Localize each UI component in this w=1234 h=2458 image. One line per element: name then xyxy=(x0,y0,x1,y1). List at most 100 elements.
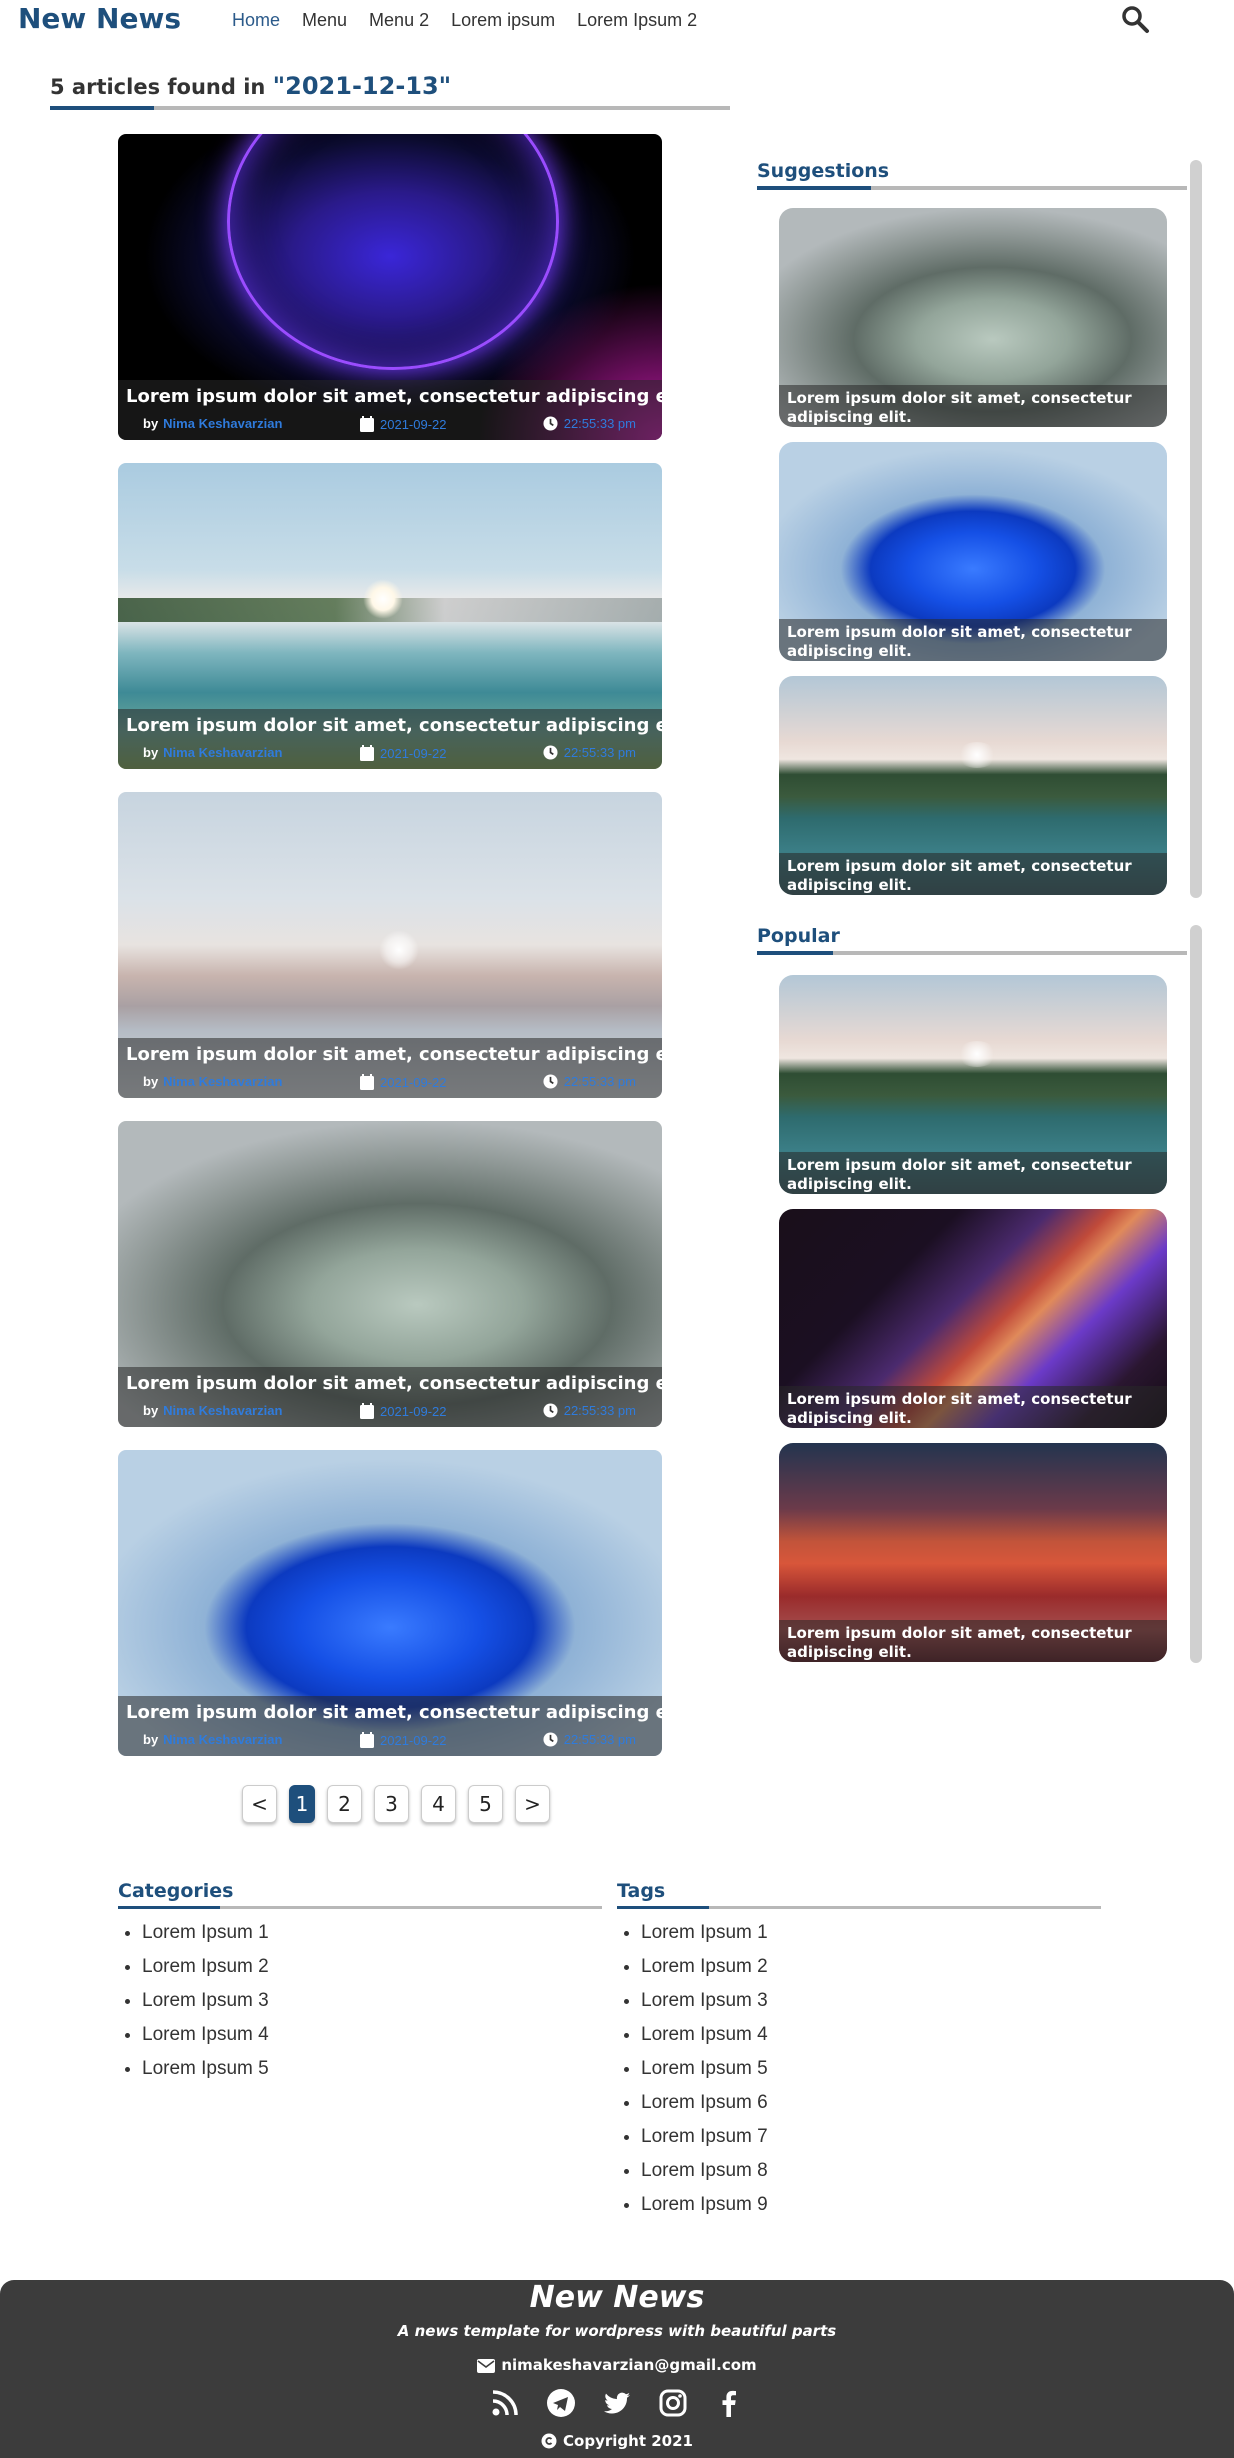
category-item[interactable]: Lorem Ipsum 5 xyxy=(142,2055,602,2089)
article-title[interactable]: Lorem ipsum dolor sit amet, consectetur … xyxy=(126,1044,662,1065)
suggestion-card[interactable]: Lorem ipsum dolor sit amet, consectetur … xyxy=(779,442,1167,661)
instagram-icon[interactable] xyxy=(658,2388,688,2418)
popular-title-text[interactable]: Lorem ipsum dolor sit amet, consectetur … xyxy=(787,1624,1159,1662)
suggestion-title[interactable]: Lorem ipsum dolor sit amet, consectetur … xyxy=(787,623,1159,661)
suggestions-title: Suggestions xyxy=(757,160,890,182)
popular-section: Popular Lorem ipsum dolor sit amet, cons… xyxy=(757,925,1187,1665)
pagination-prev[interactable]: < xyxy=(242,1785,277,1823)
popular-card[interactable]: Lorem ipsum dolor sit amet, consectetur … xyxy=(779,975,1167,1194)
suggestion-card[interactable]: Lorem ipsum dolor sit amet, consectetur … xyxy=(779,208,1167,427)
calendar-icon xyxy=(360,1732,374,1748)
article-time: 22:55:33 pm xyxy=(543,1732,636,1747)
article-caption: Lorem ipsum dolor sit amet, consectetur … xyxy=(118,709,662,769)
suggestion-card[interactable]: Lorem ipsum dolor sit amet, consectetur … xyxy=(779,676,1167,895)
article-card[interactable]: Lorem ipsum dolor sit amet, consectetur … xyxy=(118,134,662,440)
category-item[interactable]: Lorem Ipsum 2 xyxy=(142,1953,602,1987)
nav-lorem-ipsum-2[interactable]: Lorem Ipsum 2 xyxy=(577,10,697,31)
telegram-icon[interactable] xyxy=(546,2388,576,2418)
tag-item[interactable]: Lorem Ipsum 9 xyxy=(641,2191,1101,2225)
clock-icon xyxy=(543,416,558,431)
pagination-page-4[interactable]: 4 xyxy=(421,1785,456,1823)
tag-item[interactable]: Lorem Ipsum 3 xyxy=(641,1987,1101,2021)
nav-home[interactable]: Home xyxy=(232,10,280,31)
search-icon[interactable] xyxy=(1120,4,1150,34)
article-time: 22:55:33 pm xyxy=(543,1074,636,1089)
popular-scrollbar[interactable] xyxy=(1190,925,1202,1663)
article-time: 22:55:33 pm xyxy=(543,745,636,760)
tag-item[interactable]: Lorem Ipsum 4 xyxy=(641,2021,1101,2055)
copyright-icon xyxy=(541,2433,557,2449)
article-author[interactable]: Nima Keshavarzian xyxy=(163,1074,282,1089)
tag-item[interactable]: Lorem Ipsum 2 xyxy=(641,1953,1101,1987)
suggestion-caption: Lorem ipsum dolor sit amet, consectetur … xyxy=(779,853,1167,895)
article-byline: by Nima Keshavarzian xyxy=(143,745,283,760)
popular-list: Lorem ipsum dolor sit amet, consectetur … xyxy=(779,975,1167,1677)
article-author[interactable]: Nima Keshavarzian xyxy=(163,1403,282,1418)
article-card[interactable]: Lorem ipsum dolor sit amet, consectetur … xyxy=(118,1450,662,1756)
article-author[interactable]: Nima Keshavarzian xyxy=(163,416,282,431)
tag-item[interactable]: Lorem Ipsum 1 xyxy=(641,1919,1101,1953)
calendar-icon xyxy=(360,1403,374,1419)
article-card[interactable]: Lorem ipsum dolor sit amet, consectetur … xyxy=(118,1121,662,1427)
article-date: 2021-09-22 xyxy=(360,1074,447,1090)
article-date: 2021-09-22 xyxy=(360,1403,447,1419)
article-byline: by Nima Keshavarzian xyxy=(143,1403,283,1418)
clock-icon xyxy=(543,745,558,760)
article-date: 2021-09-22 xyxy=(360,416,447,432)
tags-rule xyxy=(617,1906,1101,1909)
pagination-page-5[interactable]: 5 xyxy=(468,1785,503,1823)
tag-item[interactable]: Lorem Ipsum 7 xyxy=(641,2123,1101,2157)
category-item[interactable]: Lorem Ipsum 3 xyxy=(142,1987,602,2021)
suggestion-title[interactable]: Lorem ipsum dolor sit amet, consectetur … xyxy=(787,389,1159,427)
tag-item[interactable]: Lorem Ipsum 6 xyxy=(641,2089,1101,2123)
category-item[interactable]: Lorem Ipsum 1 xyxy=(142,1919,602,1953)
article-caption: Lorem ipsum dolor sit amet, consectetur … xyxy=(118,1038,662,1098)
article-time: 22:55:33 pm xyxy=(543,416,636,431)
popular-card[interactable]: Lorem ipsum dolor sit amet, consectetur … xyxy=(779,1443,1167,1662)
tags-title: Tags xyxy=(617,1880,666,1902)
footer-email[interactable]: nimakeshavarzian@gmail.com xyxy=(0,2356,1234,2374)
rss-icon[interactable] xyxy=(490,2388,520,2418)
clock-icon xyxy=(543,1403,558,1418)
article-meta: by Nima Keshavarzian 2021-09-22 22:55:33 … xyxy=(118,1403,662,1421)
site-logo[interactable]: New News xyxy=(18,2,181,35)
article-byline: by Nima Keshavarzian xyxy=(143,1732,283,1747)
article-title[interactable]: Lorem ipsum dolor sit amet, consectetur … xyxy=(126,1373,662,1394)
article-byline: by Nima Keshavarzian xyxy=(143,1074,283,1089)
article-title[interactable]: Lorem ipsum dolor sit amet, consectetur … xyxy=(126,1702,662,1723)
article-author[interactable]: Nima Keshavarzian xyxy=(163,1732,282,1747)
clock-icon xyxy=(543,1732,558,1747)
article-card[interactable]: Lorem ipsum dolor sit amet, consectetur … xyxy=(118,463,662,769)
pagination-page-1[interactable]: 1 xyxy=(289,1785,315,1823)
popular-title: Popular xyxy=(757,925,840,947)
pagination-page-2[interactable]: 2 xyxy=(327,1785,362,1823)
nav-menu[interactable]: Menu xyxy=(302,10,347,31)
category-item[interactable]: Lorem Ipsum 4 xyxy=(142,2021,602,2055)
popular-caption: Lorem ipsum dolor sit amet, consectetur … xyxy=(779,1620,1167,1662)
clock-icon xyxy=(543,1074,558,1089)
nav-lorem-ipsum[interactable]: Lorem ipsum xyxy=(451,10,555,31)
popular-title-text[interactable]: Lorem ipsum dolor sit amet, consectetur … xyxy=(787,1156,1159,1194)
article-date: 2021-09-22 xyxy=(360,1732,447,1748)
tag-item[interactable]: Lorem Ipsum 5 xyxy=(641,2055,1101,2089)
twitter-icon[interactable] xyxy=(602,2388,632,2418)
suggestion-title[interactable]: Lorem ipsum dolor sit amet, consectetur … xyxy=(787,857,1159,895)
article-caption: Lorem ipsum dolor sit amet, consectetur … xyxy=(118,380,662,440)
popular-title-text[interactable]: Lorem ipsum dolor sit amet, consectetur … xyxy=(787,1390,1159,1428)
suggestions-section: Suggestions Lorem ipsum dolor sit amet, … xyxy=(757,160,1187,900)
popular-card[interactable]: Lorem ipsum dolor sit amet, consectetur … xyxy=(779,1209,1167,1428)
pagination-next[interactable]: > xyxy=(515,1785,550,1823)
article-author[interactable]: Nima Keshavarzian xyxy=(163,745,282,760)
suggestions-scrollbar[interactable] xyxy=(1190,160,1202,898)
main-nav: Home Menu Menu 2 Lorem ipsum Lorem Ipsum… xyxy=(232,10,697,31)
article-card[interactable]: Lorem ipsum dolor sit amet, consectetur … xyxy=(118,792,662,1098)
popular-caption: Lorem ipsum dolor sit amet, consectetur … xyxy=(779,1386,1167,1428)
article-meta: by Nima Keshavarzian 2021-09-22 22:55:33 … xyxy=(118,1732,662,1750)
article-title[interactable]: Lorem ipsum dolor sit amet, consectetur … xyxy=(126,715,662,736)
facebook-icon[interactable] xyxy=(714,2388,744,2418)
pagination-page-3[interactable]: 3 xyxy=(374,1785,409,1823)
nav-menu-2[interactable]: Menu 2 xyxy=(369,10,429,31)
tags-list: Lorem Ipsum 1 Lorem Ipsum 2 Lorem Ipsum … xyxy=(617,1919,1101,2225)
tag-item[interactable]: Lorem Ipsum 8 xyxy=(641,2157,1101,2191)
article-title[interactable]: Lorem ipsum dolor sit amet, consectetur … xyxy=(126,386,662,407)
